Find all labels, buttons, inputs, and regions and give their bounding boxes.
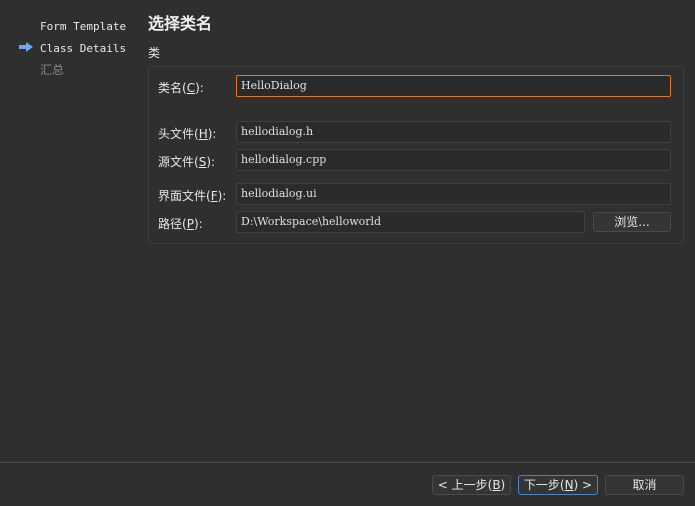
path-input[interactable]: D:\Workspace\helloworld bbox=[236, 211, 585, 233]
wizard-sidebar: Form Template Class Details 汇总 bbox=[0, 0, 140, 462]
current-step-arrow-icon bbox=[19, 42, 33, 52]
class-name-input[interactable]: HelloDialog bbox=[236, 75, 671, 97]
step-form-template: Form Template bbox=[40, 20, 127, 33]
form-file-label: 界面文件(F): bbox=[158, 189, 227, 203]
step-class-details: Class Details bbox=[40, 42, 127, 55]
next-button[interactable]: 下一步(N) > bbox=[518, 475, 598, 495]
browse-button[interactable]: 浏览... bbox=[593, 212, 671, 232]
path-label: 路径(P): bbox=[158, 217, 203, 231]
cancel-button[interactable]: 取消 bbox=[605, 475, 684, 495]
footer-divider bbox=[0, 462, 695, 463]
source-file-label: 源文件(S): bbox=[158, 155, 216, 169]
source-file-input[interactable]: hellodialog.cpp bbox=[236, 149, 671, 171]
header-file-label: 头文件(H): bbox=[158, 127, 217, 141]
page-title: 选择类名 bbox=[148, 14, 213, 33]
class-name-label: 类名(C): bbox=[158, 81, 204, 95]
group-title: 类 bbox=[148, 46, 161, 60]
form-file-input[interactable]: hellodialog.ui bbox=[236, 183, 671, 205]
header-file-input[interactable]: hellodialog.h bbox=[236, 121, 671, 143]
step-summary: 汇总 bbox=[40, 63, 65, 77]
back-button[interactable]: < 上一步(B) bbox=[432, 475, 511, 495]
